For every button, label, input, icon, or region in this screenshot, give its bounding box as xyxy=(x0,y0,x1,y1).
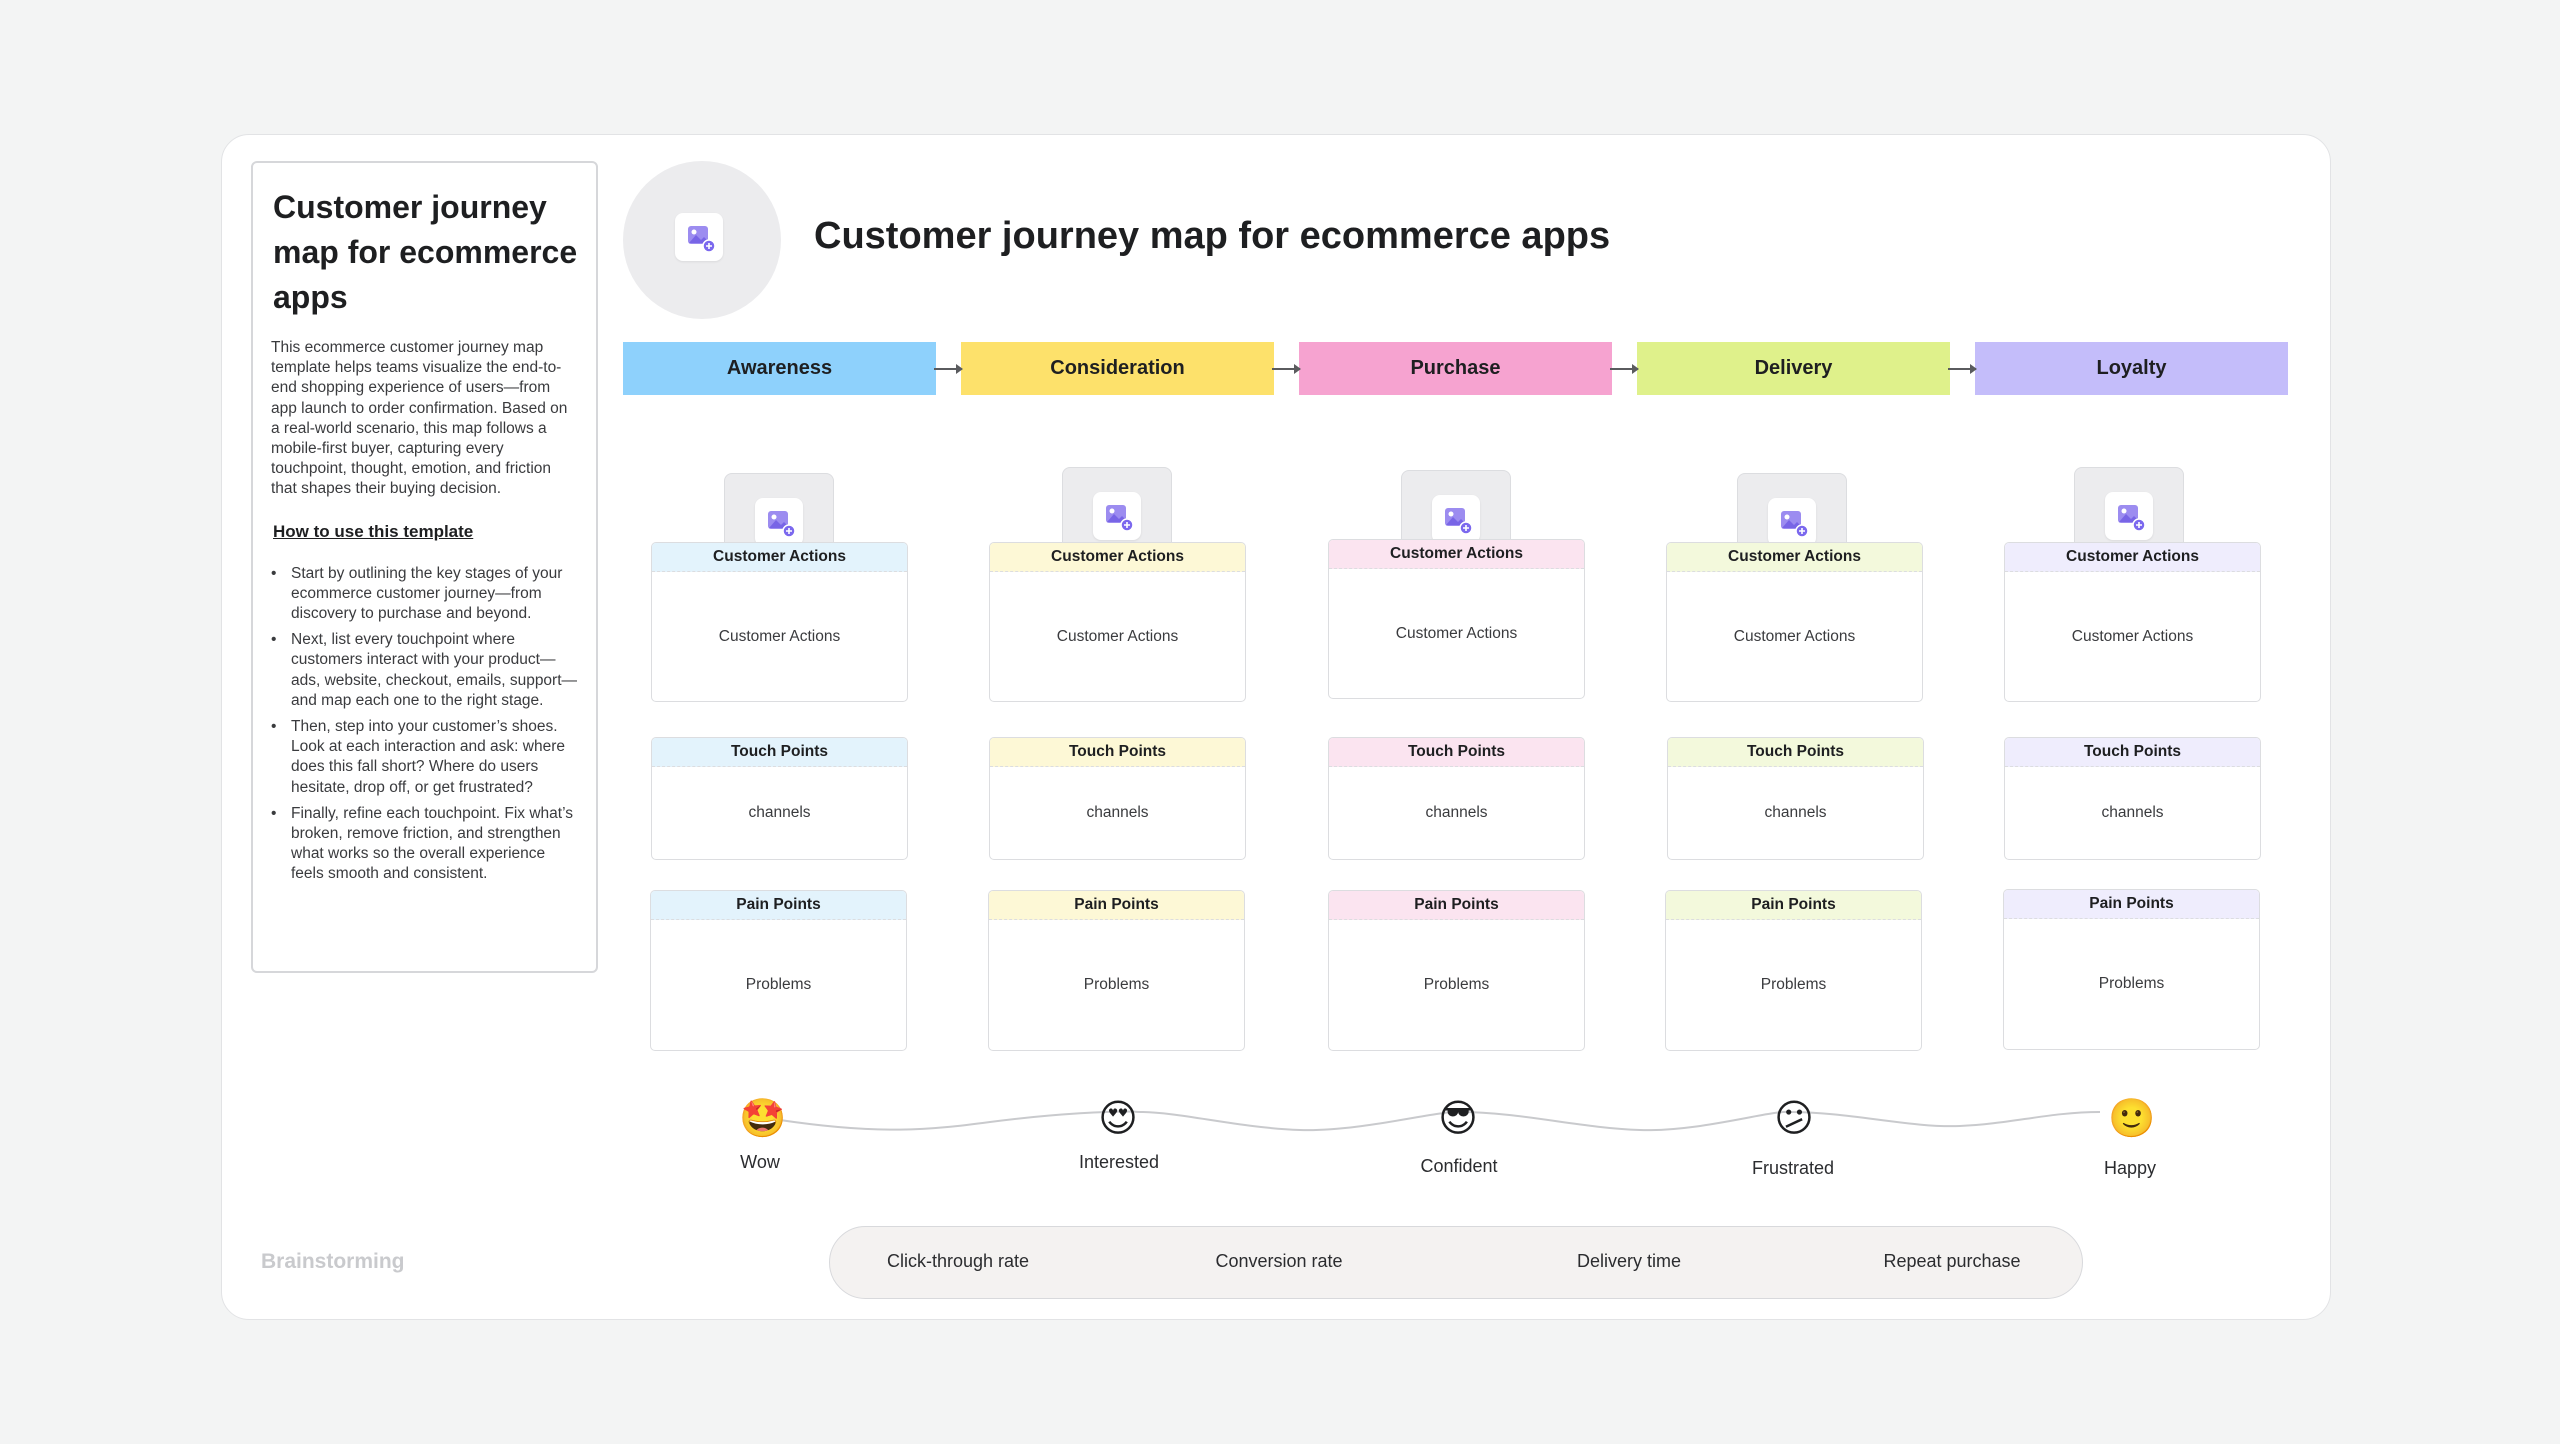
customer-actions-value: Customer Actions xyxy=(1733,627,1856,645)
touch-points-label: Touch Points xyxy=(990,738,1245,767)
customer-actions-label: Customer Actions xyxy=(1667,543,1922,572)
hero-image-placeholder[interactable] xyxy=(623,161,781,319)
touch-points-card[interactable]: Touch Points channels xyxy=(651,737,908,860)
emotion-emoji[interactable]: 😎 xyxy=(1436,1097,1480,1141)
emotion-label: Confident xyxy=(1420,1156,1498,1176)
touch-points-value: channels xyxy=(1764,804,1827,821)
stage-header[interactable]: Consideration xyxy=(961,342,1274,395)
stage-column-awareness: Awareness Customer Actions Customer Acti… xyxy=(623,342,936,1282)
customer-actions-card[interactable]: Customer Actions Customer Actions xyxy=(989,542,1246,702)
image-add-icon xyxy=(755,498,803,546)
metrics-bar[interactable]: Click-through rate Conversion rate Deliv… xyxy=(829,1226,2083,1299)
metric-label: Click-through rate xyxy=(886,1251,1030,1271)
customer-actions-card[interactable]: Customer Actions Customer Actions xyxy=(651,542,908,702)
pain-points-card[interactable]: Pain Points Problems xyxy=(2003,889,2260,1050)
stage-header[interactable]: Purchase xyxy=(1299,342,1612,395)
stage-header[interactable]: Loyalty xyxy=(1975,342,2288,395)
metric-label: Delivery time xyxy=(1576,1251,1682,1271)
pain-points-value: Problems xyxy=(1760,976,1827,993)
description-text: This ecommerce customer journey map temp… xyxy=(271,339,568,498)
stage-body: Customer Actions Customer Actions Touch … xyxy=(1975,395,2288,1282)
touch-points-value: channels xyxy=(1425,804,1488,821)
arrow-right-icon xyxy=(1948,364,1977,374)
stage-body: Customer Actions Customer Actions Touch … xyxy=(1637,395,1950,1282)
pain-points-label: Pain Points xyxy=(1666,891,1921,920)
stage-header[interactable]: Delivery xyxy=(1637,342,1950,395)
description-title: Customer journey map for ecommerce apps xyxy=(273,189,578,315)
stage-header[interactable]: Awareness xyxy=(623,342,936,395)
touch-points-label: Touch Points xyxy=(652,738,907,767)
pain-points-label: Pain Points xyxy=(651,891,906,920)
pain-points-label: Pain Points xyxy=(2004,890,2259,919)
image-add-icon xyxy=(2105,492,2153,540)
customer-actions-card[interactable]: Customer Actions Customer Actions xyxy=(1666,542,1923,702)
touch-points-card[interactable]: Touch Points channels xyxy=(1667,737,1924,860)
pain-points-card[interactable]: Pain Points Problems xyxy=(988,890,1245,1051)
emotion-emoji[interactable]: 🤩 xyxy=(739,1097,786,1141)
arrow-right-icon xyxy=(934,364,963,374)
stage-column-delivery: Delivery Customer Actions Customer Actio… xyxy=(1637,342,1950,1282)
page-title[interactable]: Customer journey map for ecommerce apps xyxy=(814,215,1610,258)
emotion-emoji[interactable]: 😕 xyxy=(1772,1097,1816,1141)
pain-points-value: Problems xyxy=(745,976,812,993)
customer-actions-card[interactable]: Customer Actions Customer Actions xyxy=(2004,542,2261,702)
stage-body: Customer Actions Customer Actions Touch … xyxy=(961,395,1274,1282)
image-add-icon xyxy=(1093,492,1141,540)
touch-points-value: channels xyxy=(2101,804,2164,821)
emotion-label: Interested xyxy=(1078,1152,1160,1172)
customer-actions-label: Customer Actions xyxy=(652,543,907,572)
touch-points-value: channels xyxy=(748,804,811,821)
image-add-icon xyxy=(1768,498,1816,546)
metric-label: Conversion rate xyxy=(1215,1251,1343,1271)
pain-points-value: Problems xyxy=(2098,975,2165,992)
emotion-label: Wow xyxy=(740,1152,780,1172)
pain-points-label: Pain Points xyxy=(1329,891,1584,920)
touch-points-card[interactable]: Touch Points channels xyxy=(2004,737,2261,860)
howto-steps: Start by outlining the key stages of you… xyxy=(271,564,578,885)
image-add-icon xyxy=(675,213,723,261)
touch-points-card[interactable]: Touch Points channels xyxy=(1328,737,1585,860)
emotion-label: Happy xyxy=(2103,1158,2157,1178)
touch-points-value: channels xyxy=(1086,804,1149,821)
pain-points-value: Problems xyxy=(1423,976,1490,993)
stage-column-purchase: Purchase Customer Actions Customer Actio… xyxy=(1299,342,1612,1282)
metric-label: Repeat purchase xyxy=(1883,1251,2021,1271)
description-card[interactable]: Customer journey map for ecommerce apps … xyxy=(251,161,598,973)
pain-points-card[interactable]: Pain Points Problems xyxy=(1665,890,1922,1051)
arrow-right-icon xyxy=(1610,364,1639,374)
pain-points-label: Pain Points xyxy=(989,891,1244,920)
customer-actions-card[interactable]: Customer Actions Customer Actions xyxy=(1328,539,1585,699)
customer-actions-value: Customer Actions xyxy=(718,627,841,645)
howto-step: Next, list every touchpoint where custom… xyxy=(271,630,578,711)
touch-points-card[interactable]: Touch Points channels xyxy=(989,737,1246,860)
stage-body: Customer Actions Customer Actions Touch … xyxy=(1299,395,1612,1282)
pain-points-value: Problems xyxy=(1083,976,1150,993)
emotion-emoji[interactable]: 🙂 xyxy=(2108,1097,2155,1141)
customer-actions-value: Customer Actions xyxy=(2071,627,2194,645)
customer-actions-label: Customer Actions xyxy=(990,543,1245,572)
pain-points-card[interactable]: Pain Points Problems xyxy=(650,890,907,1051)
customer-actions-value: Customer Actions xyxy=(1056,627,1179,645)
brand-label: Brainstorming xyxy=(261,1250,405,1273)
touch-points-label: Touch Points xyxy=(2005,738,2260,767)
howto-step: Start by outlining the key stages of you… xyxy=(271,564,578,625)
howto-step: Then, step into your customer’s shoes. L… xyxy=(271,717,578,798)
customer-actions-label: Customer Actions xyxy=(2005,543,2260,572)
howto-heading: How to use this template xyxy=(273,521,474,541)
arrow-right-icon xyxy=(1272,364,1301,374)
howto-step: Finally, refine each touchpoint. Fix wha… xyxy=(271,804,578,885)
customer-actions-value: Customer Actions xyxy=(1395,624,1518,642)
emotion-emoji[interactable]: 😍 xyxy=(1096,1097,1140,1141)
stage-body: Customer Actions Customer Actions Touch … xyxy=(623,395,936,1282)
pain-points-card[interactable]: Pain Points Problems xyxy=(1328,890,1585,1051)
stage-column-loyalty: Loyalty Customer Actions Customer Action… xyxy=(1975,342,2288,1282)
stage-column-consideration: Consideration Customer Actions Customer … xyxy=(961,342,1274,1282)
touch-points-label: Touch Points xyxy=(1668,738,1923,767)
touch-points-label: Touch Points xyxy=(1329,738,1584,767)
customer-actions-label: Customer Actions xyxy=(1329,540,1584,569)
emotion-label: Frustrated xyxy=(1751,1158,1835,1178)
image-add-icon xyxy=(1432,495,1480,543)
